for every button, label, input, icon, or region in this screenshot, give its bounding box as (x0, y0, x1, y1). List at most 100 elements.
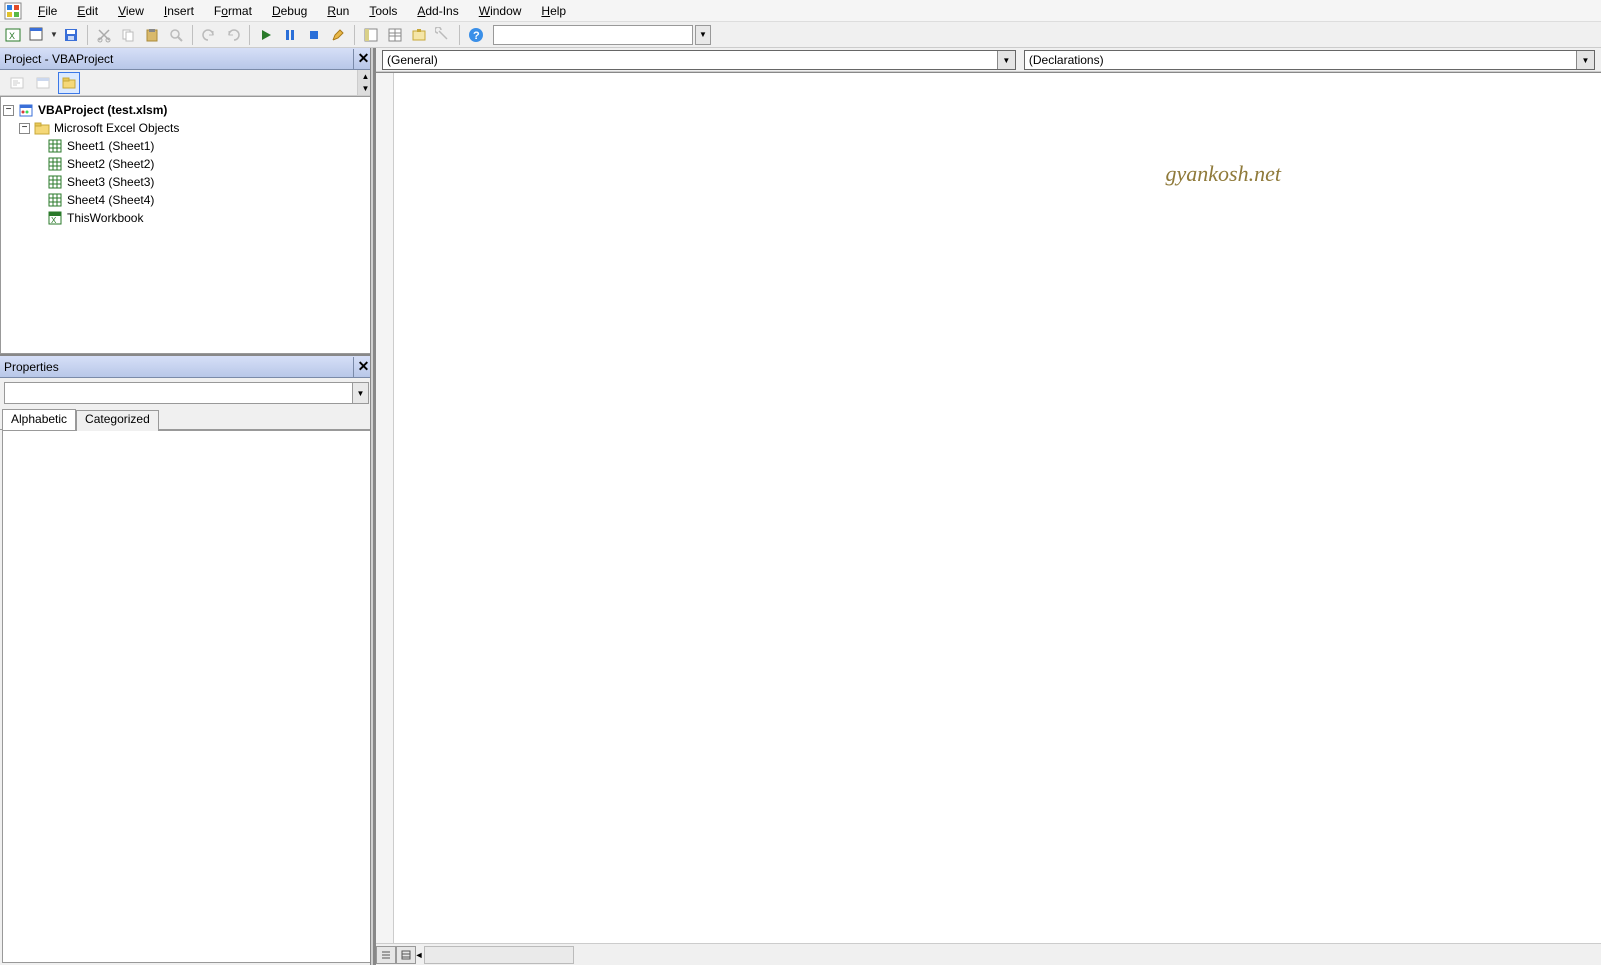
properties-window-icon[interactable] (384, 24, 406, 46)
menu-help[interactable]: Help (531, 2, 576, 20)
watermark-text: gyankosh.net (1166, 161, 1281, 187)
properties-tabs: Alphabetic Categorized (0, 408, 373, 430)
procedure-view-icon[interactable] (376, 946, 396, 964)
sheet-icon (47, 192, 63, 208)
tree-item-label: Sheet4 (Sheet4) (67, 193, 154, 207)
pause-icon[interactable] (279, 24, 301, 46)
menu-addins[interactable]: Add-Ins (407, 2, 468, 20)
scroll-left-icon[interactable]: ◄ (416, 946, 422, 964)
dropdown-arrow-icon[interactable]: ▼ (997, 51, 1015, 69)
tree-item[interactable]: Sheet1 (Sheet1) (3, 137, 370, 155)
tree-root[interactable]: − VBAProject (test.xlsm) (3, 101, 370, 119)
project-tree[interactable]: − VBAProject (test.xlsm) − Microsoft Exc… (0, 96, 373, 354)
project-explorer-icon[interactable] (360, 24, 382, 46)
object-combo[interactable]: (General) ▼ (382, 50, 1016, 70)
help-icon[interactable]: ? (465, 24, 487, 46)
paste-icon[interactable] (141, 24, 163, 46)
code-area: (General) ▼ (Declarations) ▼ gyankosh.ne… (373, 48, 1601, 965)
menu-tools[interactable]: Tools (359, 2, 407, 20)
svg-text:X: X (9, 31, 15, 41)
sheet-icon (47, 156, 63, 172)
code-view-buttons: ◄ (376, 943, 1601, 965)
menu-debug[interactable]: Debug (262, 2, 317, 20)
object-combo-value: (General) (387, 53, 438, 67)
project-toolbar: ▲ ▼ (0, 70, 373, 96)
toolbar: X ▼ (0, 22, 1601, 48)
toolbar-combo-arrow-icon[interactable]: ▼ (695, 25, 711, 45)
object-browser-icon[interactable] (408, 24, 430, 46)
project-icon (18, 102, 34, 118)
tree-item[interactable]: Sheet3 (Sheet3) (3, 173, 370, 191)
toolbar-combo[interactable] (493, 25, 693, 45)
undo-icon[interactable] (198, 24, 220, 46)
left-column: Project - VBAProject ✕ ▲ ▼ − VBAProject … (0, 48, 373, 965)
dropdown-arrow-icon[interactable]: ▼ (352, 383, 368, 403)
toolbar-separator (192, 25, 193, 45)
sheet-icon (47, 138, 63, 154)
vba-app-icon (2, 1, 24, 21)
tree-folder-label: Microsoft Excel Objects (54, 121, 179, 135)
menu-file[interactable]: File (28, 2, 67, 20)
toolbar-separator (354, 25, 355, 45)
code-editor[interactable]: gyankosh.net (376, 72, 1601, 943)
code-text-area[interactable]: gyankosh.net (394, 73, 1601, 943)
collapse-icon[interactable]: − (3, 105, 14, 116)
menu-window[interactable]: Window (469, 2, 532, 20)
view-excel-icon[interactable]: X (2, 24, 24, 46)
folder-icon (34, 120, 50, 136)
procedure-combo[interactable]: (Declarations) ▼ (1024, 50, 1595, 70)
properties-panel-title-text: Properties (4, 360, 59, 374)
properties-grid[interactable] (2, 430, 371, 963)
tab-categorized[interactable]: Categorized (76, 410, 159, 431)
menu-bar: File Edit View Insert Format Debug Run T… (0, 0, 1601, 22)
toggle-folders-icon[interactable] (58, 72, 80, 94)
tree-item-label: Sheet1 (Sheet1) (67, 139, 154, 153)
tree-item[interactable]: Sheet4 (Sheet4) (3, 191, 370, 209)
project-panel-title: Project - VBAProject ✕ (0, 48, 373, 70)
insert-dropdown-arrow-icon[interactable]: ▼ (50, 30, 58, 39)
toolbox-icon[interactable] (432, 24, 454, 46)
cut-icon[interactable] (93, 24, 115, 46)
properties-object-combo[interactable]: ▼ (4, 382, 369, 404)
code-combo-bar: (General) ▼ (Declarations) ▼ (376, 48, 1601, 72)
tree-item[interactable]: Sheet2 (Sheet2) (3, 155, 370, 173)
full-module-view-icon[interactable] (396, 946, 416, 964)
menu-edit[interactable]: Edit (67, 2, 108, 20)
dropdown-arrow-icon[interactable]: ▼ (1576, 51, 1594, 69)
stop-icon[interactable] (303, 24, 325, 46)
code-margin (376, 73, 394, 943)
project-panel-title-text: Project - VBAProject (4, 52, 113, 66)
procedure-combo-value: (Declarations) (1029, 53, 1104, 67)
insert-userform-icon[interactable] (26, 24, 48, 46)
menu-format[interactable]: Format (204, 2, 262, 20)
tree-item-label: Sheet3 (Sheet3) (67, 175, 154, 189)
tree-root-label: VBAProject (test.xlsm) (38, 103, 167, 117)
design-mode-icon[interactable] (327, 24, 349, 46)
tree-item-label: Sheet2 (Sheet2) (67, 157, 154, 171)
svg-text:X: X (51, 216, 57, 225)
toolbar-separator (87, 25, 88, 45)
view-code-icon[interactable] (6, 72, 28, 94)
view-object-icon[interactable] (32, 72, 54, 94)
toolbar-separator (459, 25, 460, 45)
properties-panel-title: Properties ✕ (0, 356, 373, 378)
save-icon[interactable] (60, 24, 82, 46)
copy-icon[interactable] (117, 24, 139, 46)
tree-folder[interactable]: − Microsoft Excel Objects (3, 119, 370, 137)
workbook-icon: X (47, 210, 63, 226)
redo-icon[interactable] (222, 24, 244, 46)
menu-view[interactable]: View (108, 2, 154, 20)
sheet-icon (47, 174, 63, 190)
horizontal-scrollbar[interactable] (424, 946, 574, 964)
menu-insert[interactable]: Insert (154, 2, 204, 20)
tree-item-label: ThisWorkbook (67, 211, 143, 225)
tab-alphabetic[interactable]: Alphabetic (2, 409, 76, 430)
find-icon[interactable] (165, 24, 187, 46)
collapse-icon[interactable]: − (19, 123, 30, 134)
svg-text:?: ? (473, 30, 480, 42)
toolbar-separator (249, 25, 250, 45)
run-icon[interactable] (255, 24, 277, 46)
tree-item[interactable]: X ThisWorkbook (3, 209, 370, 227)
menu-run[interactable]: Run (317, 2, 359, 20)
properties-panel: Properties ✕ ▼ Alphabetic Categorized (0, 354, 373, 965)
